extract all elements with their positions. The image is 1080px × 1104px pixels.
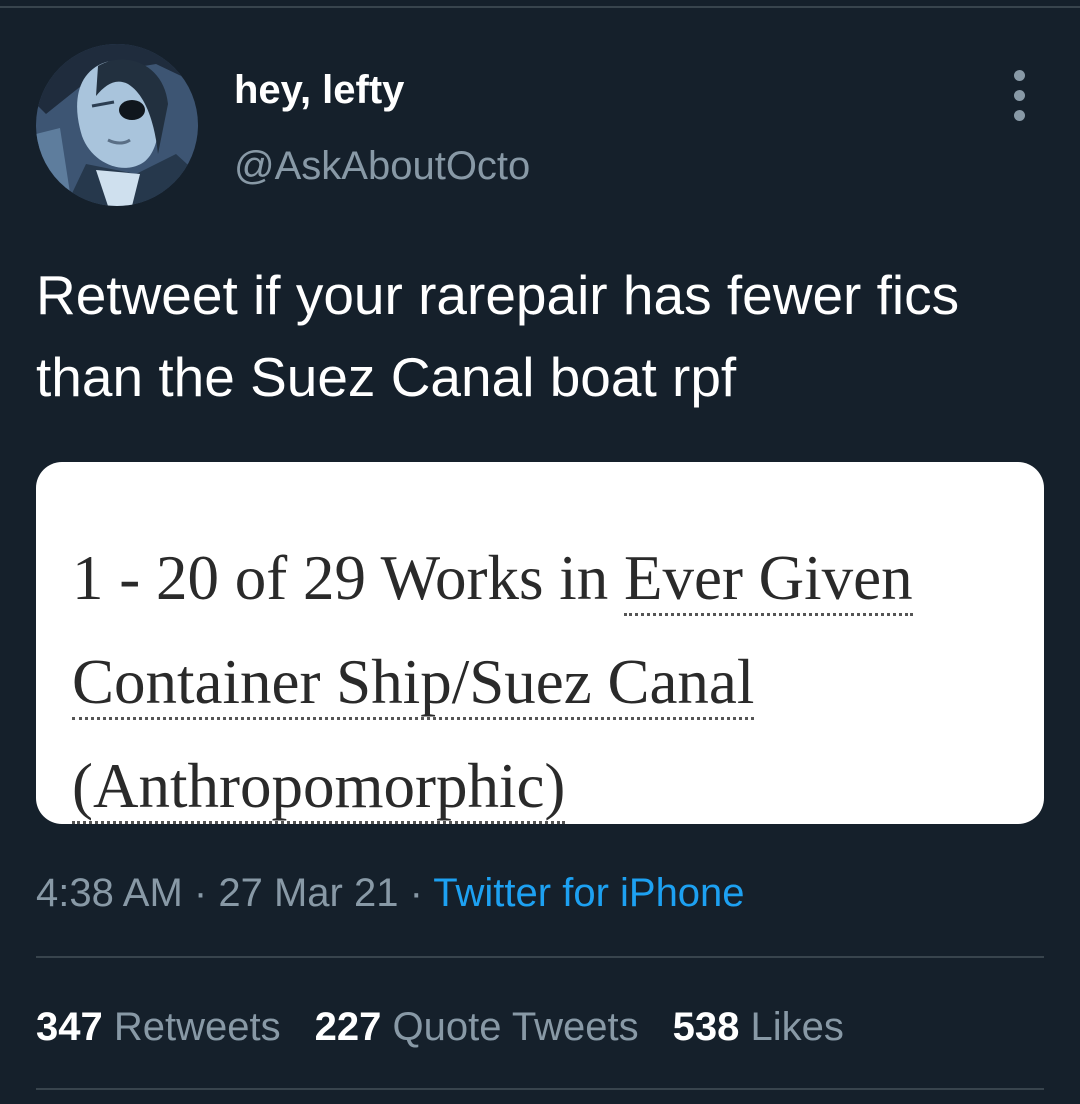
more-dot: [1014, 90, 1025, 101]
profile-avatar[interactable]: [36, 44, 198, 206]
retweets-count: 347: [36, 1005, 103, 1049]
more-options-icon[interactable]: [1000, 66, 1040, 126]
tweet-stats: 347 Retweets 227 Quote Tweets 538 Likes: [36, 1000, 878, 1054]
more-dot: [1014, 110, 1025, 121]
likes-count: 538: [672, 1005, 740, 1049]
likes-stat[interactable]: 538 Likes: [673, 1000, 844, 1054]
works-count-text: 1 - 20 of 29 Works in: [72, 543, 624, 613]
quote-tweets-label: Quote Tweets: [392, 1005, 639, 1049]
avatar-image: [36, 44, 198, 206]
tweet-time: 4:38 AM: [36, 871, 183, 915]
divider: [36, 1088, 1044, 1090]
retweets-label: Retweets: [113, 1005, 281, 1049]
likes-label: Likes: [750, 1005, 844, 1049]
tweet-meta: 4:38 AM · 27 Mar 21 · Twitter for iPhone: [36, 866, 745, 920]
divider: [36, 956, 1044, 958]
works-heading: 1 - 20 of 29 Works in Ever Given Contain…: [72, 526, 972, 824]
quote-tweets-count: 227: [314, 1005, 382, 1049]
meta-separator: ·: [409, 871, 423, 915]
author-display-name[interactable]: hey, lefty: [234, 62, 404, 118]
quote-tweets-stat[interactable]: 227 Quote Tweets: [315, 1000, 639, 1054]
top-divider: [0, 6, 1080, 8]
tweet-media-image[interactable]: 1 - 20 of 29 Works in Ever Given Contain…: [36, 462, 1044, 824]
retweets-stat[interactable]: 347 Retweets: [36, 1000, 281, 1054]
meta-separator: ·: [193, 871, 208, 915]
tweet-text: Retweet if your rarepair has fewer fics …: [36, 264, 960, 408]
tweet-date: 27 Mar 21: [218, 871, 399, 915]
author-handle[interactable]: @AskAboutOcto: [234, 140, 530, 192]
more-dot: [1014, 70, 1025, 81]
tweet-source-link[interactable]: Twitter for iPhone: [433, 871, 744, 915]
